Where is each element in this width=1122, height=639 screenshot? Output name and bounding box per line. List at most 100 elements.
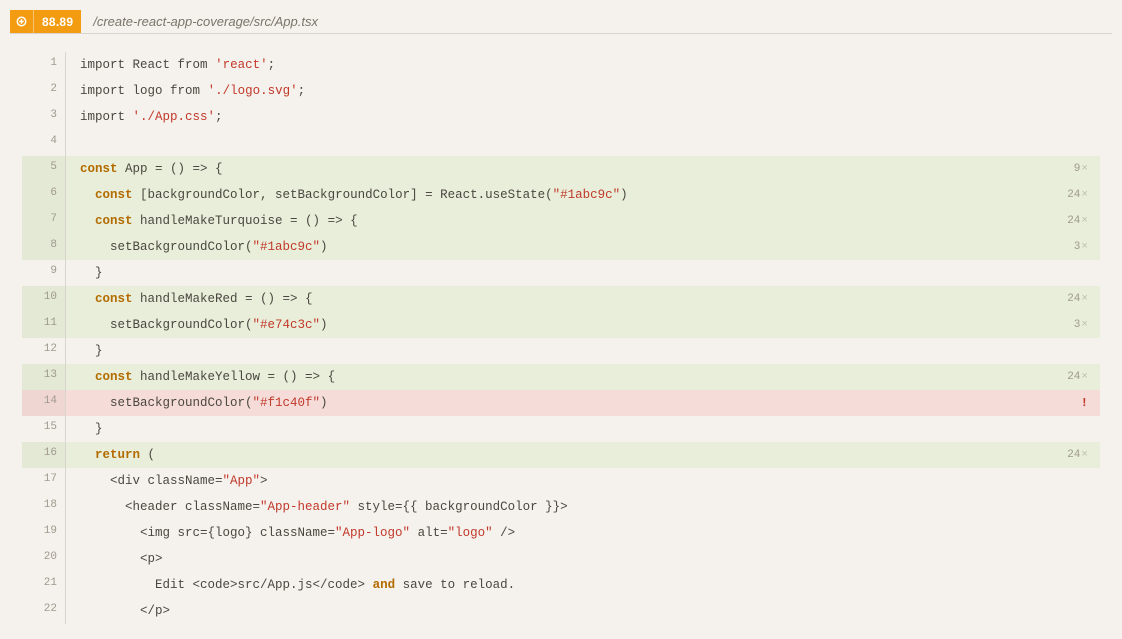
hit-count: 3×: [1064, 319, 1088, 331]
code-line: 13 const handleMakeYellow = () => {24×: [22, 364, 1100, 390]
code-line: 3 import './App.css';: [22, 104, 1100, 130]
line-text: return (: [80, 448, 1057, 462]
line-body: </p>: [66, 598, 1100, 624]
code-line: 6 const [backgroundColor, setBackgroundC…: [22, 182, 1100, 208]
line-text: <p>: [80, 552, 1088, 566]
line-body: }: [66, 338, 1100, 364]
line-text: setBackgroundColor("#e74c3c"): [80, 318, 1064, 332]
code-line: 10 const handleMakeRed = () => {24×: [22, 286, 1100, 312]
line-number: 13: [22, 364, 66, 390]
line-number: 7: [22, 208, 66, 234]
line-text: <img src={logo} className="App-logo" alt…: [80, 526, 1088, 540]
code-line: 11 setBackgroundColor("#e74c3c")3×: [22, 312, 1100, 338]
line-text: import './App.css';: [80, 110, 1088, 124]
line-body: const [backgroundColor, setBackgroundCol…: [66, 182, 1100, 208]
hit-count: 24×: [1057, 449, 1088, 461]
hit-count: 24×: [1057, 215, 1088, 227]
hit-count: 24×: [1057, 371, 1088, 383]
line-body: const handleMakeYellow = () => {24×: [66, 364, 1100, 390]
line-text: const handleMakeRed = () => {: [80, 292, 1057, 306]
line-body: const handleMakeRed = () => {24×: [66, 286, 1100, 312]
line-number: 6: [22, 182, 66, 208]
line-text: </p>: [80, 604, 1088, 618]
line-body: setBackgroundColor("#f1c40f")!: [66, 390, 1100, 416]
line-number: 3: [22, 104, 66, 130]
code-line: 9 }: [22, 260, 1100, 286]
hit-count: 3×: [1064, 241, 1088, 253]
file-header: 88.89 /create-react-app-coverage/src/App…: [10, 10, 1112, 34]
code-line: 22 </p>: [22, 598, 1100, 624]
file-path: /create-react-app-coverage/src/App.tsx: [81, 10, 330, 33]
line-body: setBackgroundColor("#1abc9c")3×: [66, 234, 1100, 260]
line-body: <div className="App">: [66, 468, 1100, 494]
code-line: 20 <p>: [22, 546, 1100, 572]
line-text: import React from 'react';: [80, 58, 1088, 72]
line-number: 10: [22, 286, 66, 312]
line-number: 16: [22, 442, 66, 468]
line-body: const App = () => {9×: [66, 156, 1100, 182]
line-number: 9: [22, 260, 66, 286]
code-line: 7 const handleMakeTurquoise = () => {24×: [22, 208, 1100, 234]
code-line: 4: [22, 130, 1100, 156]
code-line: 19 <img src={logo} className="App-logo" …: [22, 520, 1100, 546]
line-text: }: [80, 266, 1088, 280]
line-number: 12: [22, 338, 66, 364]
line-number: 18: [22, 494, 66, 520]
miss-marker: !: [1071, 396, 1088, 410]
line-body: }: [66, 416, 1100, 442]
code-line: 1 import React from 'react';: [22, 52, 1100, 78]
code-line: 18 <header className="App-header" style=…: [22, 494, 1100, 520]
line-body: }: [66, 260, 1100, 286]
line-number: 15: [22, 416, 66, 442]
hit-count: 24×: [1057, 189, 1088, 201]
coverage-badge: 88.89: [34, 10, 81, 33]
code-line: 14 setBackgroundColor("#f1c40f")!: [22, 390, 1100, 416]
line-body: <img src={logo} className="App-logo" alt…: [66, 520, 1100, 546]
line-body: import './App.css';: [66, 104, 1100, 130]
line-body: return (24×: [66, 442, 1100, 468]
line-number: 4: [22, 130, 66, 156]
line-number: 19: [22, 520, 66, 546]
hit-count: 24×: [1057, 293, 1088, 305]
line-body: Edit <code>src/App.js</code> and save to…: [66, 572, 1100, 598]
line-number: 8: [22, 234, 66, 260]
code-line: 8 setBackgroundColor("#1abc9c")3×: [22, 234, 1100, 260]
line-number: 22: [22, 598, 66, 624]
line-text: setBackgroundColor("#f1c40f"): [80, 396, 1071, 410]
line-body: setBackgroundColor("#e74c3c")3×: [66, 312, 1100, 338]
line-number: 17: [22, 468, 66, 494]
code-line: 12 }: [22, 338, 1100, 364]
line-number: 1: [22, 52, 66, 78]
line-body: <p>: [66, 546, 1100, 572]
code-line: 21 Edit <code>src/App.js</code> and save…: [22, 572, 1100, 598]
line-text: const handleMakeTurquoise = () => {: [80, 214, 1057, 228]
line-body: [66, 130, 1100, 156]
line-body: const handleMakeTurquoise = () => {24×: [66, 208, 1100, 234]
code-listing: 1 import React from 'react'; 2 import logo …: [22, 52, 1100, 624]
line-number: 5: [22, 156, 66, 182]
line-body: <header className="App-header" style={{ …: [66, 494, 1100, 520]
line-number: 14: [22, 390, 66, 416]
line-body: import logo from './logo.svg';: [66, 78, 1100, 104]
line-body: import React from 'react';: [66, 52, 1100, 78]
line-text: Edit <code>src/App.js</code> and save to…: [80, 578, 1088, 592]
line-text: const handleMakeYellow = () => {: [80, 370, 1057, 384]
line-text: setBackgroundColor("#1abc9c"): [80, 240, 1064, 254]
line-text: const App = () => {: [80, 162, 1064, 176]
line-text: }: [80, 344, 1088, 358]
line-number: 20: [22, 546, 66, 572]
code-line: 2 import logo from './logo.svg';: [22, 78, 1100, 104]
line-text: <header className="App-header" style={{ …: [80, 500, 1088, 514]
code-line: 16 return (24×: [22, 442, 1100, 468]
line-text: }: [80, 422, 1088, 436]
expand-icon[interactable]: [10, 10, 34, 33]
code-line: 5const App = () => {9×: [22, 156, 1100, 182]
code-line: 17 <div className="App">: [22, 468, 1100, 494]
line-text: import logo from './logo.svg';: [80, 84, 1088, 98]
line-number: 2: [22, 78, 66, 104]
coverage-file-view: 88.89 /create-react-app-coverage/src/App…: [0, 0, 1122, 634]
line-text: <div className="App">: [80, 474, 1088, 488]
line-number: 21: [22, 572, 66, 598]
line-text: const [backgroundColor, setBackgroundCol…: [80, 188, 1057, 202]
line-number: 11: [22, 312, 66, 338]
